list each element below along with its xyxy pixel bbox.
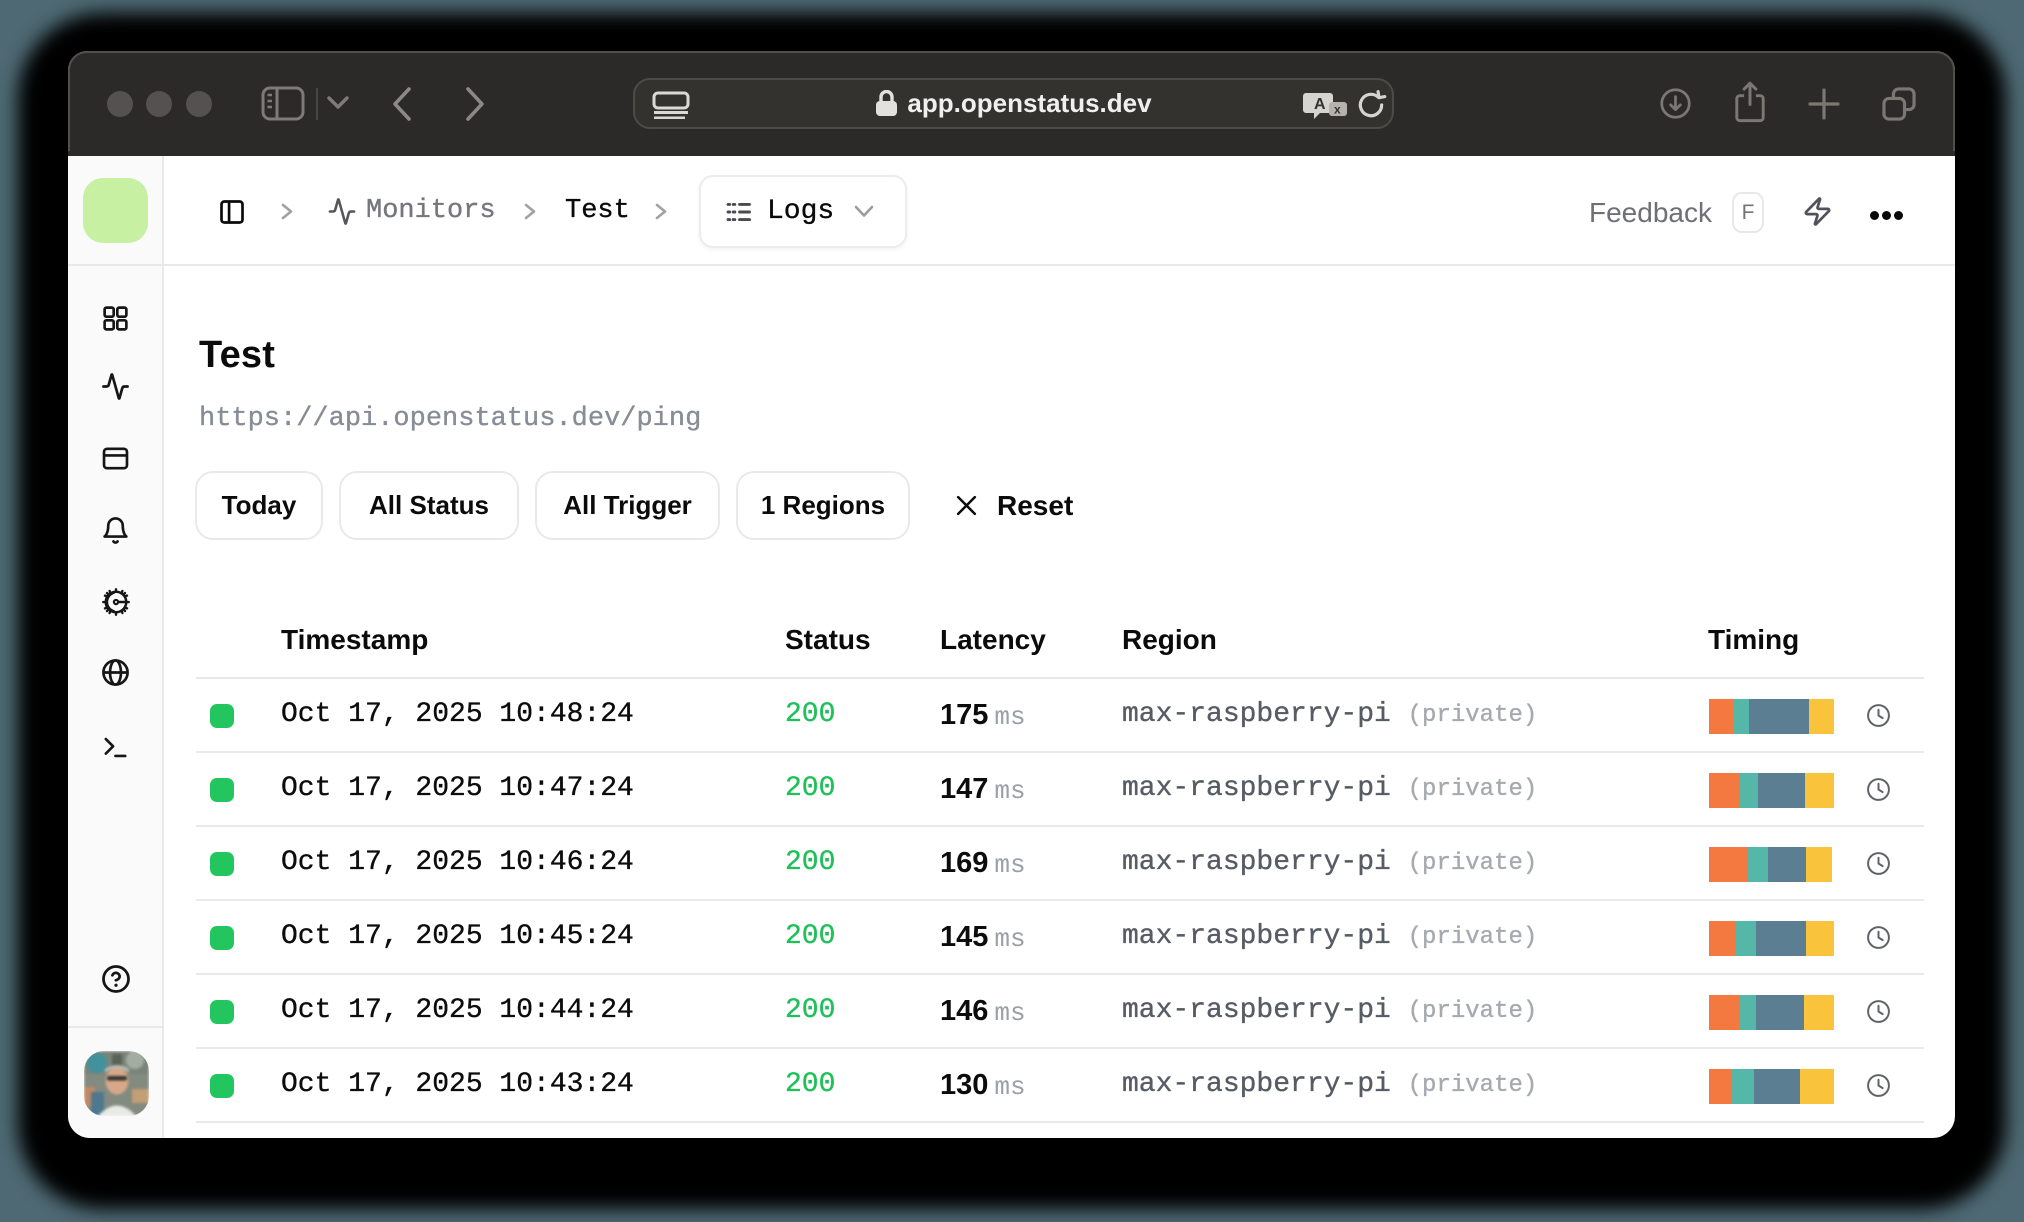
svg-text:x: x [1334, 103, 1341, 117]
svg-text:A: A [1314, 96, 1326, 113]
